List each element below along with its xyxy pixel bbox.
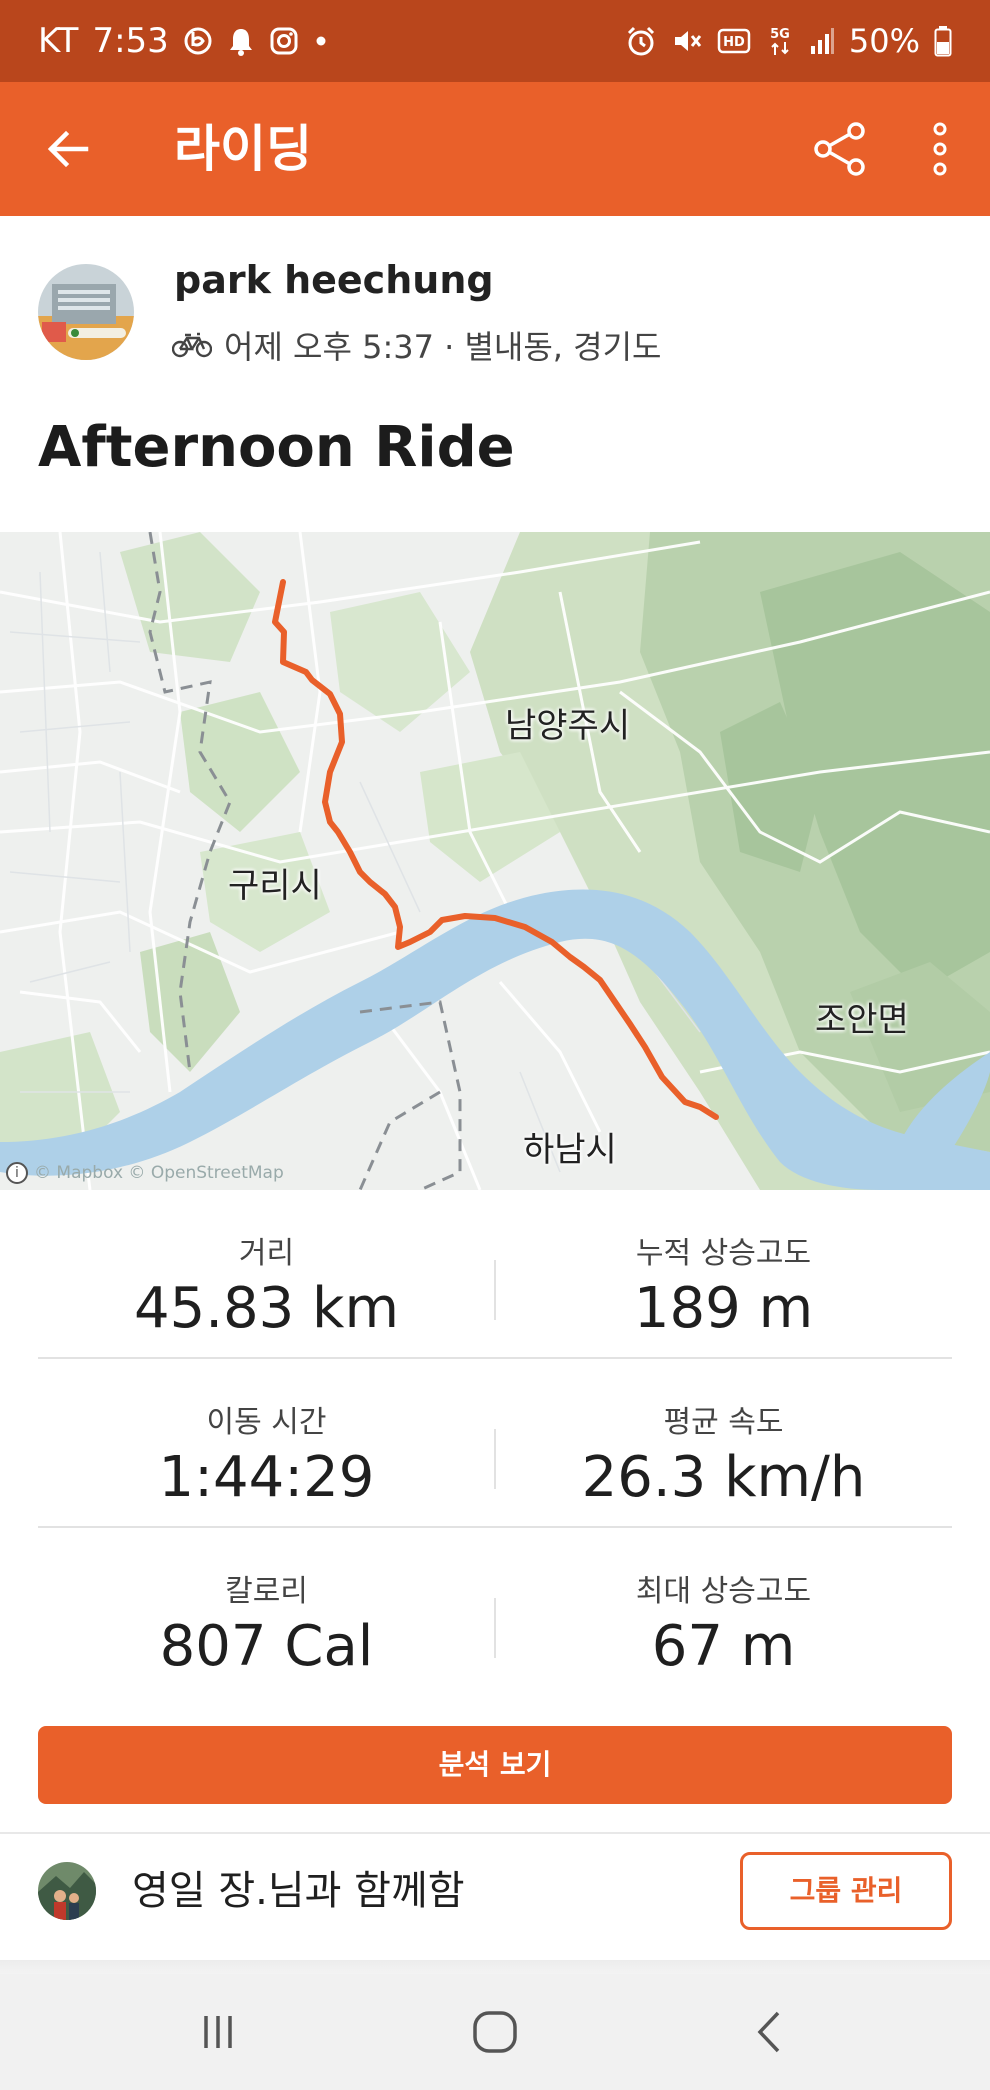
dot-icon [313,33,329,49]
b-app-icon [183,26,213,56]
activity-meta: 어제 오후 5:37 · 별내동, 경기도 [172,322,661,368]
recent-apps-button[interactable] [158,1992,278,2072]
view-analysis-button[interactable]: 분석 보기 [38,1726,952,1804]
stat-moving-time: 이동 시간 1:44:29 [38,1359,495,1528]
stat-distance: 거리 45.83 km [38,1190,495,1359]
home-icon [473,2011,517,2053]
stat-max-elevation: 최대 상승고도 67 m [495,1528,952,1697]
map-attribution-text: © Mapbox © OpenStreetMap [34,1163,284,1183]
bike-icon [172,332,212,358]
mute-icon [671,25,703,57]
svg-text:5G: 5G [770,27,790,42]
activity-meta-text: 어제 오후 5:37 · 별내동, 경기도 [224,328,662,366]
share-icon [814,122,865,176]
5g-icon: 5G [765,24,795,58]
recent-apps-icon [204,2016,232,2048]
back-arrow-icon [47,130,89,168]
stats-row: 이동 시간 1:44:29 평균 속도 26.3 km/h [38,1359,952,1528]
home-button[interactable] [435,1992,555,2072]
divider [0,1832,990,1834]
map-attribution[interactable]: i © Mapbox © OpenStreetMap [6,1162,284,1184]
group-ride-text[interactable]: 영일 장.님과 함께함 [132,1862,465,1920]
bell-icon [227,26,255,56]
more-options-button[interactable] [900,109,980,189]
stat-elevation-gain: 누적 상승고도 189 m [495,1190,952,1359]
page-title: 라이딩 [174,120,312,178]
battery-icon [934,25,952,57]
stat-label: 칼로리 [225,1574,308,1609]
stat-value: 1:44:29 [158,1445,375,1510]
instagram-icon [269,26,299,56]
stat-label: 이동 시간 [206,1405,327,1440]
carrier-text: KT [38,21,79,61]
stat-label: 누적 상승고도 [635,1236,812,1271]
status-bar-left: KT 7:53 [38,0,329,82]
stat-value: 807 Cal [159,1614,374,1679]
map-label-guri: 구리시 [228,866,322,906]
stat-calories: 칼로리 807 Cal [38,1528,495,1697]
info-icon[interactable]: i [6,1162,28,1184]
clock-text: 7:53 [92,21,169,61]
battery-text: 50% [848,22,920,60]
stats-grid: 거리 45.83 km 누적 상승고도 189 m 이동 시간 1:44:29 … [38,1190,952,1697]
signal-icon [809,26,835,56]
stat-avg-speed: 평균 속도 26.3 km/h [495,1359,952,1528]
svg-text:HD: HD [723,35,745,50]
hd-icon: HD [717,27,751,55]
route-map[interactable]: 남양주시 구리시 조안면 하남시 i © Mapbox © OpenStreet… [0,532,990,1190]
map-canvas [0,532,990,1190]
system-nav-bar [0,1974,990,2090]
stat-value: 45.83 km [133,1276,400,1341]
stat-label: 최대 상승고도 [635,1574,812,1609]
group-avatar[interactable] [38,1862,96,1920]
status-bar-right: HD 5G 50% [625,0,952,82]
stat-value: 189 m [633,1276,814,1341]
stat-label: 거리 [238,1236,295,1271]
back-button[interactable] [28,109,108,189]
activity-title: Afternoon Ride [38,415,515,480]
stat-value: 67 m [651,1614,796,1679]
system-back-button[interactable] [710,1992,830,2072]
map-label-joan: 조안면 [815,1000,909,1040]
back-icon [757,2011,780,2053]
athlete-avatar[interactable] [38,264,134,360]
map-label-namyangju: 남양주시 [505,706,631,746]
map-label-hanam: 하남시 [523,1130,617,1170]
alarm-icon [625,25,657,57]
app-bar: 라이딩 [0,82,990,216]
more-vertical-icon [933,122,947,176]
bottom-shadow [0,1960,990,1974]
stat-label: 평균 속도 [663,1405,784,1440]
manage-group-button[interactable]: 그룹 관리 [740,1852,952,1930]
stats-row: 거리 45.83 km 누적 상승고도 189 m [38,1190,952,1359]
athlete-name[interactable]: park heechung [174,258,494,302]
stats-row: 칼로리 807 Cal 최대 상승고도 67 m [38,1528,952,1697]
status-bar: KT 7:53 HD 5G 50% [0,0,990,82]
share-button[interactable] [800,109,880,189]
stat-value: 26.3 km/h [581,1445,866,1510]
